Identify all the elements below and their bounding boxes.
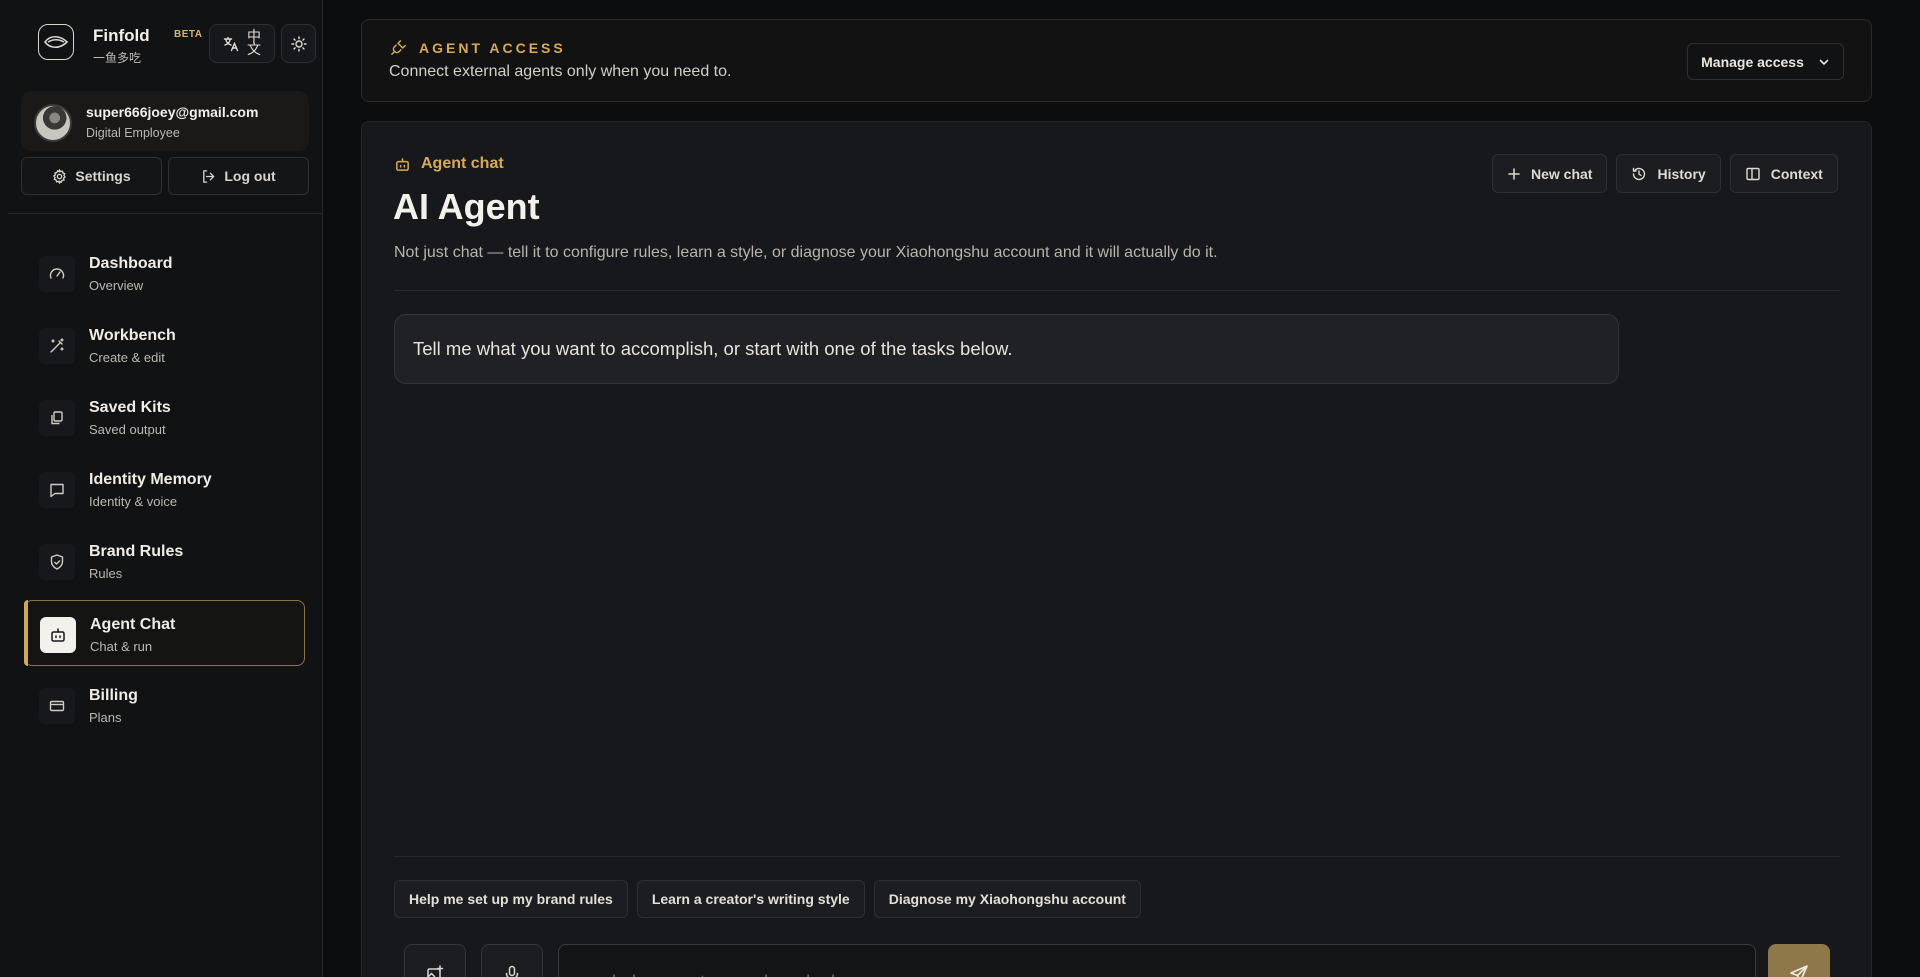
plus-icon	[1507, 167, 1521, 181]
magic-wand-icon	[39, 328, 75, 364]
agent-access-heading: AGENT ACCESS	[419, 39, 566, 56]
suggestion-chip-brand-rules[interactable]: Help me set up my brand rules	[394, 880, 628, 918]
suggestion-chip-diagnose-account[interactable]: Diagnose my Xiaohongshu account	[873, 880, 1141, 918]
chat-actions: New chat History Context	[1492, 154, 1838, 193]
beta-badge: BETA	[174, 29, 203, 40]
sidebar-item-title: Identity Memory	[89, 471, 212, 488]
sidebar-item-saved-kits[interactable]: Saved Kits Saved output	[24, 384, 305, 450]
suggestion-chips: Help me set up my brand rules Learn a cr…	[394, 880, 1141, 918]
sidebar-item-title: Agent Chat	[90, 616, 176, 633]
app-root: Finfold BETA 一鱼多吃 中文 super666joey@gmail.…	[0, 0, 1920, 977]
assistant-welcome-message: Tell me what you want to accomplish, or …	[394, 314, 1619, 384]
image-plus-icon	[425, 964, 445, 977]
sidebar: Finfold BETA 一鱼多吃 中文 super666joey@gmail.…	[0, 0, 323, 977]
sidebar-divider	[8, 213, 322, 214]
shield-check-icon	[39, 544, 75, 580]
language-toggle-button[interactable]: 中文	[209, 24, 275, 63]
finfold-logo-icon[interactable]	[38, 24, 74, 60]
new-chat-button[interactable]: New chat	[1492, 154, 1608, 193]
history-button[interactable]: History	[1616, 154, 1721, 193]
sidebar-item-subtitle: Saved output	[89, 422, 166, 437]
sidebar-item-title: Workbench	[89, 327, 176, 344]
attach-image-button[interactable]	[404, 944, 466, 977]
bot-icon	[394, 156, 411, 173]
logout-label: Log out	[224, 168, 276, 184]
page-title: AI Agent	[393, 186, 540, 227]
chat-composer	[394, 937, 1840, 977]
settings-button[interactable]: Settings	[21, 157, 162, 195]
sidebar-item-title: Billing	[89, 687, 138, 704]
bot-icon	[40, 617, 76, 653]
sun-icon	[290, 35, 307, 52]
avatar	[34, 104, 72, 142]
composer-divider	[394, 856, 1840, 857]
user-card[interactable]: super666joey@gmail.com Digital Employee	[21, 91, 309, 151]
sidebar-item-agent-chat[interactable]: Agent Chat Chat & run	[24, 600, 305, 666]
theme-toggle-button[interactable]	[281, 24, 316, 63]
context-label: Context	[1770, 165, 1823, 182]
gear-icon	[52, 168, 67, 184]
chat-input[interactable]	[558, 944, 1756, 977]
panel-kicker-label: Agent chat	[421, 155, 504, 172]
send-icon	[1788, 963, 1810, 977]
sidebar-item-subtitle: Overview	[89, 278, 144, 293]
header-divider	[394, 290, 1840, 291]
message-square-icon	[39, 472, 75, 508]
sidebar-item-title: Brand Rules	[89, 543, 184, 560]
send-button[interactable]	[1768, 944, 1830, 977]
sidebar-item-title: Dashboard	[89, 255, 173, 272]
sidebar-item-subtitle: Identity & voice	[89, 494, 178, 509]
chevron-down-icon	[1818, 56, 1830, 68]
brand-name: Finfold	[93, 26, 150, 45]
sidebar-item-brand-rules[interactable]: Brand Rules Rules	[24, 528, 305, 594]
sidebar-item-workbench[interactable]: Workbench Create & edit	[24, 312, 305, 378]
sidebar-item-subtitle: Rules	[89, 566, 123, 581]
sidebar-item-subtitle: Plans	[89, 710, 122, 725]
copy-icon	[39, 400, 75, 436]
gauge-icon	[39, 256, 75, 292]
sidebar-item-billing[interactable]: Billing Plans	[24, 672, 305, 738]
agent-chat-panel: Agent chat AI Agent Not just chat — tell…	[361, 121, 1872, 977]
manage-access-label: Manage access	[1701, 53, 1804, 70]
settings-label: Settings	[75, 168, 131, 184]
suggestion-chip-writing-style[interactable]: Learn a creator's writing style	[636, 880, 865, 918]
plug-icon	[390, 39, 407, 56]
logout-button[interactable]: Log out	[168, 157, 309, 195]
brand-row: Finfold BETA 一鱼多吃 中文	[20, 22, 316, 68]
credit-card-icon	[39, 688, 75, 724]
page-description: Not just chat — tell it to configure rul…	[394, 244, 1218, 261]
panel-right-icon	[1745, 166, 1761, 182]
agent-access-banner: AGENT ACCESS Connect external agents onl…	[361, 19, 1872, 102]
context-button[interactable]: Context	[1729, 154, 1838, 193]
logout-icon	[201, 169, 216, 184]
user-role: Digital Employee	[86, 126, 180, 140]
sidebar-item-subtitle: Chat & run	[90, 639, 153, 654]
voice-input-button[interactable]	[481, 944, 543, 977]
language-label: 中文	[247, 30, 261, 58]
microphone-icon	[502, 964, 522, 977]
sidebar-item-identity-memory[interactable]: Identity Memory Identity & voice	[24, 456, 305, 522]
translate-icon	[223, 36, 239, 52]
history-icon	[1631, 166, 1647, 182]
sidebar-item-title: Saved Kits	[89, 399, 171, 416]
agent-access-subtitle: Connect external agents only when you ne…	[389, 63, 732, 80]
panel-kicker: Agent chat	[394, 155, 504, 173]
sidebar-item-dashboard[interactable]: Dashboard Overview	[24, 240, 305, 306]
sidebar-item-subtitle: Create & edit	[89, 350, 165, 365]
manage-access-dropdown[interactable]: Manage access	[1687, 43, 1844, 80]
new-chat-label: New chat	[1531, 165, 1593, 182]
history-label: History	[1657, 165, 1706, 182]
brand-subtitle: 一鱼多吃	[93, 51, 142, 65]
user-email: super666joey@gmail.com	[86, 104, 259, 120]
agent-access-title: AGENT ACCESS	[390, 39, 566, 56]
language-label-bottom: 文	[247, 41, 261, 58]
